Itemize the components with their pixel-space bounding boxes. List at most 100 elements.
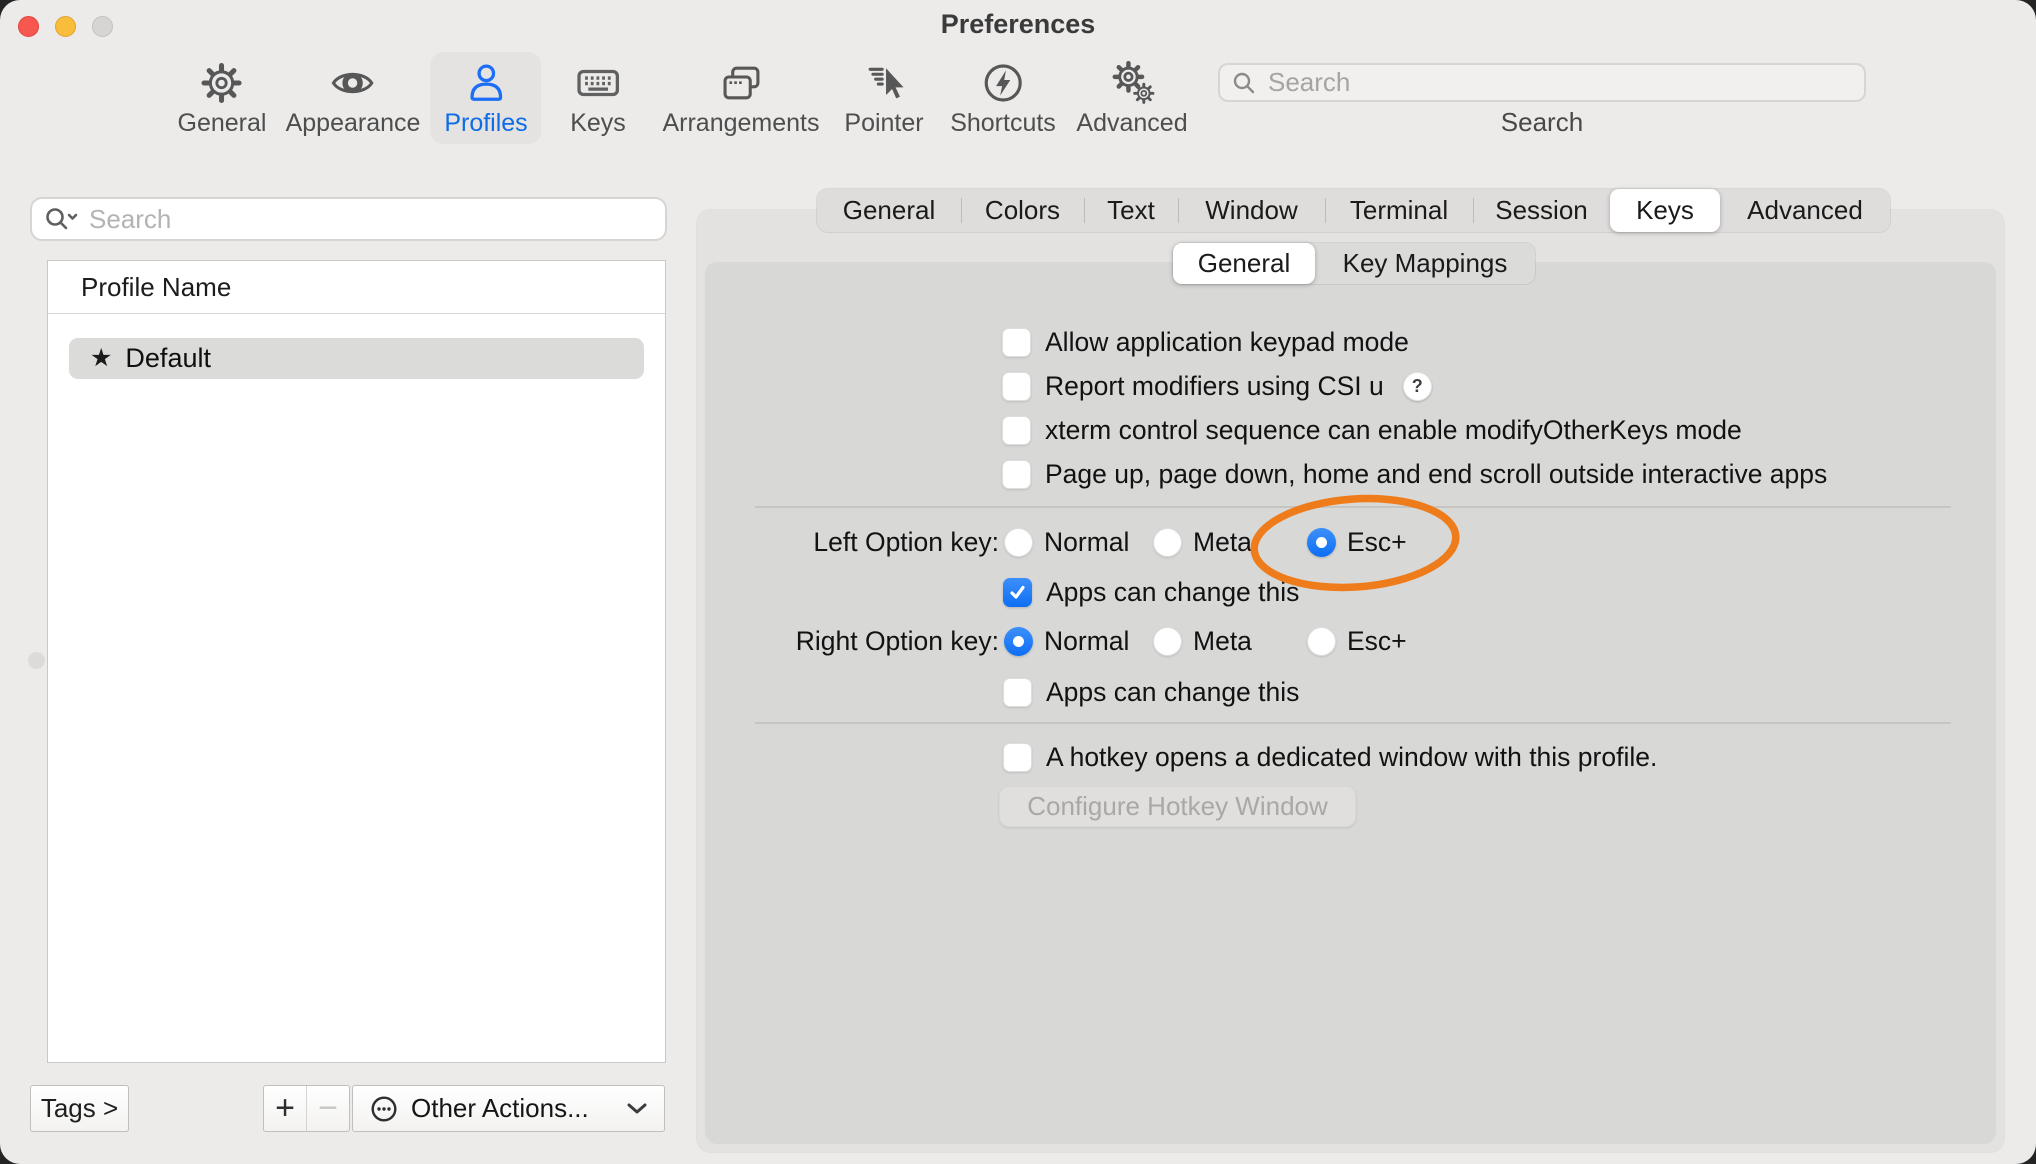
checkbox-row: A hotkey opens a dedicated window with t…	[1003, 737, 1657, 777]
radio-right-normal[interactable]: Normal	[1004, 621, 1129, 661]
remove-profile-button[interactable]: −	[306, 1086, 349, 1131]
zoom-button[interactable]	[92, 16, 113, 37]
add-profile-button[interactable]: +	[264, 1086, 306, 1131]
radio-icon	[1004, 528, 1033, 557]
right-option-key-label: Right Option key:	[705, 621, 999, 661]
checkbox-right-apps-can-change[interactable]	[1003, 678, 1032, 707]
tab-general[interactable]: General	[817, 189, 961, 232]
chevron-down-icon	[626, 1102, 648, 1115]
subtab-general[interactable]: General	[1173, 243, 1315, 284]
radio-left-meta[interactable]: Meta	[1153, 522, 1252, 562]
checkbox-row: Page up, page down, home and end scroll …	[1002, 454, 1827, 494]
profile-list-header: Profile Name	[48, 261, 665, 314]
windows-icon	[718, 60, 764, 106]
tab-advanced[interactable]: Advanced	[1720, 189, 1890, 232]
search-menu-icon	[43, 206, 79, 232]
checkbox-label: Allow application keypad mode	[1045, 327, 1409, 358]
keys-general-pane: Allow application keypad mode Report mod…	[705, 262, 1996, 1144]
ellipsis-circle-icon	[369, 1094, 399, 1124]
checkbox-label: Apps can change this	[1046, 677, 1299, 708]
toolbar-item-label: Arrangements	[662, 109, 819, 138]
tab-session[interactable]: Session	[1473, 189, 1610, 232]
checkbox-row: Apps can change this	[1003, 572, 1299, 612]
profile-tab-bar: General Colors Text Window Terminal Sess…	[817, 189, 1890, 232]
toolbar-search-field[interactable]	[1218, 63, 1866, 102]
toolbar-item-label: Shortcuts	[950, 109, 1056, 138]
preferences-window: Preferences General Appearance	[0, 0, 2036, 1164]
window-title: Preferences	[0, 9, 2036, 40]
toolbar-item-general[interactable]: General	[164, 52, 281, 144]
radio-right-meta[interactable]: Meta	[1153, 621, 1252, 661]
toolbar-item-appearance[interactable]: Appearance	[272, 52, 435, 144]
eye-icon	[330, 60, 376, 106]
checkbox-hotkey-window[interactable]	[1003, 743, 1032, 772]
profile-list: Profile Name ★ Default	[47, 260, 666, 1063]
toolbar-item-arrangements[interactable]: Arrangements	[648, 52, 833, 144]
checkbox-modify-other-keys[interactable]	[1002, 416, 1031, 445]
checkbox-row: Apps can change this	[1003, 672, 1299, 712]
tab-text[interactable]: Text	[1084, 189, 1178, 232]
help-button[interactable]: ?	[1403, 372, 1432, 401]
traffic-lights	[18, 16, 113, 37]
add-remove-group: + −	[263, 1085, 350, 1132]
checkbox-label: A hotkey opens a dedicated window with t…	[1046, 742, 1657, 773]
gears-icon	[1109, 60, 1155, 106]
checkbox-label: Page up, page down, home and end scroll …	[1045, 459, 1827, 490]
checkbox-label: Apps can change this	[1046, 577, 1299, 608]
radio-icon	[1004, 627, 1033, 656]
toolbar-item-label: Pointer	[844, 109, 923, 138]
checkbox-csi-u[interactable]	[1002, 372, 1031, 401]
toolbar-item-profiles[interactable]: Profiles	[430, 52, 541, 144]
configure-hotkey-window-button[interactable]: Configure Hotkey Window	[999, 786, 1356, 827]
radio-icon	[1153, 528, 1182, 557]
pane-splitter-handle[interactable]	[28, 652, 45, 669]
toolbar-item-advanced[interactable]: Advanced	[1062, 52, 1201, 144]
checkbox-label: Report modifiers using CSI u	[1045, 371, 1384, 402]
divider	[755, 506, 1951, 508]
profile-row-default[interactable]: ★ Default	[69, 338, 644, 379]
radio-left-normal[interactable]: Normal	[1004, 522, 1129, 562]
toolbar-item-label: Advanced	[1076, 109, 1187, 138]
gear-icon	[199, 60, 245, 106]
cursor-icon	[861, 60, 907, 106]
toolbar-item-label: Appearance	[286, 109, 421, 138]
toolbar-item-pointer[interactable]: Pointer	[830, 52, 937, 144]
radio-icon	[1307, 627, 1336, 656]
tab-window[interactable]: Window	[1178, 189, 1325, 232]
profile-name: Default	[125, 343, 211, 374]
toolbar-item-keys[interactable]: Keys	[556, 52, 640, 144]
left-option-key-label: Left Option key:	[705, 522, 999, 562]
other-actions-dropdown[interactable]: Other Actions...	[352, 1085, 665, 1132]
subtab-key-mappings[interactable]: Key Mappings	[1315, 243, 1535, 284]
profile-search-field[interactable]	[30, 197, 667, 241]
checkbox-row: Report modifiers using CSI u ?	[1002, 366, 1432, 406]
checkbox-allow-keypad[interactable]	[1002, 328, 1031, 357]
toolbar-item-shortcuts[interactable]: Shortcuts	[936, 52, 1070, 144]
checkbox-label: xterm control sequence can enable modify…	[1045, 415, 1742, 446]
toolbar-item-label: General	[178, 109, 267, 138]
minimize-button[interactable]	[55, 16, 76, 37]
close-button[interactable]	[18, 16, 39, 37]
radio-icon	[1153, 627, 1182, 656]
search-icon	[1232, 71, 1256, 95]
toolbar-item-label: Keys	[570, 109, 626, 138]
radio-right-esc[interactable]: Esc+	[1307, 621, 1407, 661]
keyboard-icon	[575, 60, 621, 106]
tab-keys[interactable]: Keys	[1610, 189, 1720, 232]
toolbar-search-input[interactable]	[1266, 66, 1852, 99]
keys-subtab-bar: General Key Mappings	[1173, 243, 1535, 284]
checkbox-left-apps-can-change[interactable]	[1003, 578, 1032, 607]
tab-terminal[interactable]: Terminal	[1325, 189, 1473, 232]
star-icon: ★	[90, 346, 112, 371]
tags-button[interactable]: Tags >	[30, 1085, 129, 1132]
tab-colors[interactable]: Colors	[961, 189, 1084, 232]
toolbar-item-label: Profiles	[444, 109, 527, 138]
checkbox-row: Allow application keypad mode	[1002, 322, 1409, 362]
toolbar-search-label: Search	[1218, 107, 1866, 138]
person-icon	[463, 60, 509, 106]
checkbox-scroll-outside-apps[interactable]	[1002, 460, 1031, 489]
radio-left-esc[interactable]: Esc+	[1307, 522, 1407, 562]
other-actions-label: Other Actions...	[411, 1093, 589, 1124]
radio-icon	[1307, 528, 1336, 557]
profile-search-input[interactable]	[87, 203, 654, 236]
